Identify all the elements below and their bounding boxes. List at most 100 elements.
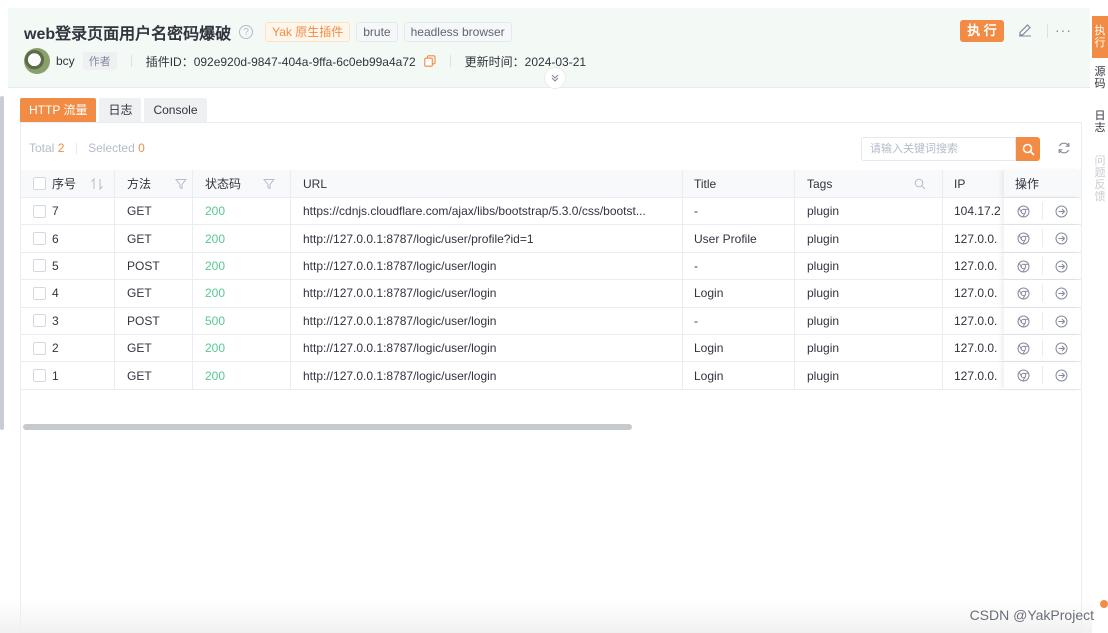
cell-tags-text: plugin bbox=[807, 341, 840, 356]
table-row[interactable]: 3 POST 500 http://127.0.0.1:8787/logic/user… bbox=[21, 307, 1081, 335]
table-row[interactable]: 6 GET 200 http://127.0.0.1:8787/logic/user/… bbox=[21, 225, 1081, 253]
cell-ip: 127.0.0. bbox=[954, 308, 997, 334]
cell-status-text: 200 bbox=[205, 286, 226, 301]
row-checkbox[interactable] bbox=[33, 259, 46, 273]
arrow-right-circle-icon[interactable] bbox=[1055, 205, 1068, 218]
filter-icon[interactable] bbox=[263, 178, 276, 190]
column-divider bbox=[942, 280, 943, 307]
collapse-header-button[interactable] bbox=[544, 67, 566, 89]
question-circle-icon[interactable]: ? bbox=[239, 25, 254, 39]
row-checkbox[interactable] bbox=[33, 369, 46, 383]
horizontal-scrollbar[interactable] bbox=[23, 424, 632, 430]
column-label-actions-wrap: 操作 bbox=[1015, 170, 1039, 197]
row-checkbox[interactable] bbox=[33, 314, 46, 328]
cell-method-text: GET bbox=[127, 231, 152, 246]
arrow-right-circle-icon[interactable] bbox=[1055, 260, 1068, 273]
table-row[interactable]: 5 POST 200 http://127.0.0.1:8787/logic/user… bbox=[21, 252, 1081, 281]
copy-icon[interactable] bbox=[423, 55, 436, 67]
row-checkbox[interactable] bbox=[33, 232, 46, 246]
column-divider bbox=[114, 362, 115, 389]
sidebar-tab-source[interactable]: 源码 bbox=[1092, 64, 1108, 94]
chrome-icon[interactable] bbox=[1017, 342, 1030, 355]
table-row[interactable]: 4 GET 200 http://127.0.0.1:8787/logic/user/… bbox=[21, 280, 1081, 308]
selected-count: 0 bbox=[138, 141, 145, 155]
arrow-right-circle-icon[interactable] bbox=[1055, 232, 1068, 245]
cell-title-text: Login bbox=[694, 286, 724, 301]
action-divider bbox=[1042, 366, 1043, 385]
sidebar-tab-execute[interactable]: 执行 bbox=[1092, 16, 1108, 58]
table-row[interactable]: 2 GET 200 http://127.0.0.1:8787/logic/user/… bbox=[21, 334, 1081, 363]
cell-ip-text: 127.0.0. bbox=[954, 286, 998, 301]
cell-id-text: 4 bbox=[52, 286, 59, 301]
cell-id-text: 2 bbox=[52, 341, 59, 356]
tab-http-flow[interactable]: HTTP 流量 bbox=[20, 98, 97, 122]
cell-ip-text: 127.0.0. bbox=[954, 368, 998, 383]
cell-id: 1 bbox=[33, 362, 59, 388]
column-divider bbox=[114, 198, 115, 225]
column-divider bbox=[942, 170, 943, 197]
total-count: 2 bbox=[57, 141, 65, 155]
left-scroll-indicator[interactable] bbox=[0, 96, 4, 430]
cell-status: 500 bbox=[205, 308, 225, 334]
column-divider bbox=[114, 307, 115, 334]
more-icon[interactable]: ··· bbox=[1055, 22, 1072, 38]
arrow-right-circle-icon[interactable] bbox=[1055, 315, 1068, 328]
refresh-icon[interactable] bbox=[1057, 141, 1071, 155]
meta-row: bcy 作者 插件ID：092e920d-9847-404a-9ffa-6c0e… bbox=[24, 48, 586, 74]
sort-icon[interactable] bbox=[90, 177, 104, 190]
search-input[interactable]: 请输入关键词搜索 bbox=[861, 137, 1016, 161]
select-all-checkbox[interactable] bbox=[33, 177, 46, 190]
cell-url-text: http://127.0.0.1:8787/logic/user/login bbox=[303, 286, 497, 301]
author-name: bcy bbox=[56, 54, 75, 68]
header-cell-id: 序号 bbox=[33, 170, 104, 197]
search-button[interactable] bbox=[1016, 137, 1040, 161]
cell-tags: plugin bbox=[807, 253, 839, 279]
table-row[interactable]: 1 GET 200 http://127.0.0.1:8787/logic/user/… bbox=[21, 362, 1081, 390]
row-checkbox[interactable] bbox=[33, 286, 46, 300]
cell-method-text: GET bbox=[127, 286, 152, 301]
tag-headless-browser: headless browser bbox=[403, 22, 512, 42]
column-divider bbox=[192, 225, 193, 252]
cell-url: https://cdnjs.cloudflare.com/ajax/libs/b… bbox=[303, 198, 675, 224]
cell-method: POST bbox=[127, 253, 160, 279]
summary-divider bbox=[75, 143, 77, 155]
floating-assistant-icon[interactable] bbox=[1100, 600, 1108, 608]
column-divider bbox=[192, 334, 193, 362]
cell-url-text: http://127.0.0.1:8787/logic/user/login bbox=[303, 313, 497, 328]
chrome-icon[interactable] bbox=[1017, 205, 1030, 218]
chrome-icon[interactable] bbox=[1017, 315, 1030, 328]
row-checkbox[interactable] bbox=[33, 341, 46, 355]
action-divider bbox=[1042, 202, 1043, 220]
cell-id: 7 bbox=[33, 198, 59, 224]
chrome-icon[interactable] bbox=[1017, 260, 1030, 273]
cell-url-text: http://127.0.0.1:8787/logic/user/login bbox=[303, 341, 497, 356]
chrome-icon[interactable] bbox=[1017, 369, 1030, 382]
row-checkbox[interactable] bbox=[33, 204, 46, 218]
cell-ip: 104.17.2 bbox=[954, 198, 1001, 224]
chrome-icon[interactable] bbox=[1017, 287, 1030, 300]
column-divider bbox=[942, 334, 943, 362]
tab-log[interactable]: 日志 bbox=[99, 98, 142, 122]
arrow-right-circle-icon[interactable] bbox=[1055, 342, 1068, 355]
table-row[interactable]: 7 GET 200 https://cdnjs.cloudflare.com/ajax… bbox=[21, 198, 1081, 226]
arrow-right-circle-icon[interactable] bbox=[1055, 287, 1068, 300]
header-cell-actions: 操作 bbox=[1004, 170, 1081, 197]
search-icon[interactable] bbox=[914, 178, 926, 190]
cell-status: 200 bbox=[205, 335, 225, 361]
edit-icon[interactable] bbox=[1018, 23, 1032, 37]
cell-tags: plugin bbox=[807, 362, 839, 388]
tab-console[interactable]: Console bbox=[144, 98, 207, 122]
cell-method-text: POST bbox=[127, 258, 160, 273]
arrow-right-circle-icon[interactable] bbox=[1055, 369, 1068, 382]
sidebar-tab-feedback[interactable]: 问题反馈 bbox=[1092, 153, 1108, 203]
cell-tags-text: plugin bbox=[807, 368, 840, 383]
sidebar-tab-log[interactable]: 日志 bbox=[1092, 108, 1108, 138]
author-badge: 作者 bbox=[82, 52, 117, 70]
column-divider bbox=[942, 225, 943, 252]
chrome-icon[interactable] bbox=[1017, 232, 1030, 245]
filter-icon[interactable] bbox=[175, 178, 188, 190]
cell-method: GET bbox=[127, 280, 152, 306]
column-divider bbox=[114, 252, 115, 280]
column-divider bbox=[794, 334, 795, 362]
execute-button[interactable]: 执 行 bbox=[960, 20, 1004, 42]
